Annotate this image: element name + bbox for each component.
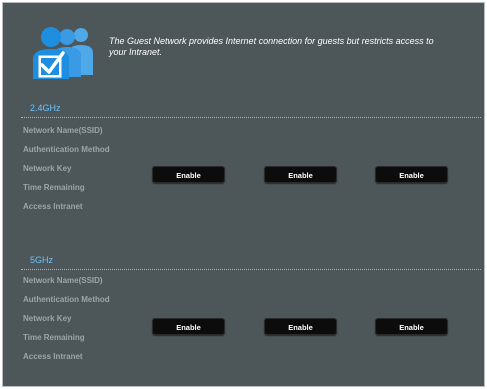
enable-button-2-4ghz-2[interactable]: Enable (264, 166, 337, 183)
band-label-2-4ghz: 2.4GHz (30, 103, 61, 113)
guest-network-users-icon (33, 27, 93, 79)
field-label-access-intranet: Access Intranet (23, 352, 83, 361)
guest-network-panel: The Guest Network provides Internet conn… (2, 2, 485, 387)
field-label-network-name: Network Name(SSID) (23, 276, 103, 285)
field-label-authentication-method: Authentication Method (23, 145, 110, 154)
enable-button-2-4ghz-3[interactable]: Enable (375, 166, 448, 183)
enable-button-2-4ghz-1[interactable]: Enable (152, 166, 225, 183)
field-label-authentication-method: Authentication Method (23, 295, 110, 304)
band-divider-2-4ghz (21, 117, 481, 118)
band-label-5ghz: 5GHz (30, 255, 54, 265)
enable-button-5ghz-1[interactable]: Enable (152, 318, 225, 335)
field-label-access-intranet: Access Intranet (23, 202, 83, 211)
field-label-network-name: Network Name(SSID) (23, 126, 103, 135)
field-label-network-key: Network Key (23, 314, 72, 323)
field-label-time-remaining: Time Remaining (23, 183, 85, 192)
enable-button-5ghz-2[interactable]: Enable (264, 318, 337, 335)
guest-network-description: The Guest Network provides Internet conn… (109, 36, 434, 57)
band-divider-5ghz (21, 269, 481, 270)
field-label-time-remaining: Time Remaining (23, 333, 85, 342)
field-label-network-key: Network Key (23, 164, 72, 173)
enable-button-5ghz-3[interactable]: Enable (375, 318, 448, 335)
